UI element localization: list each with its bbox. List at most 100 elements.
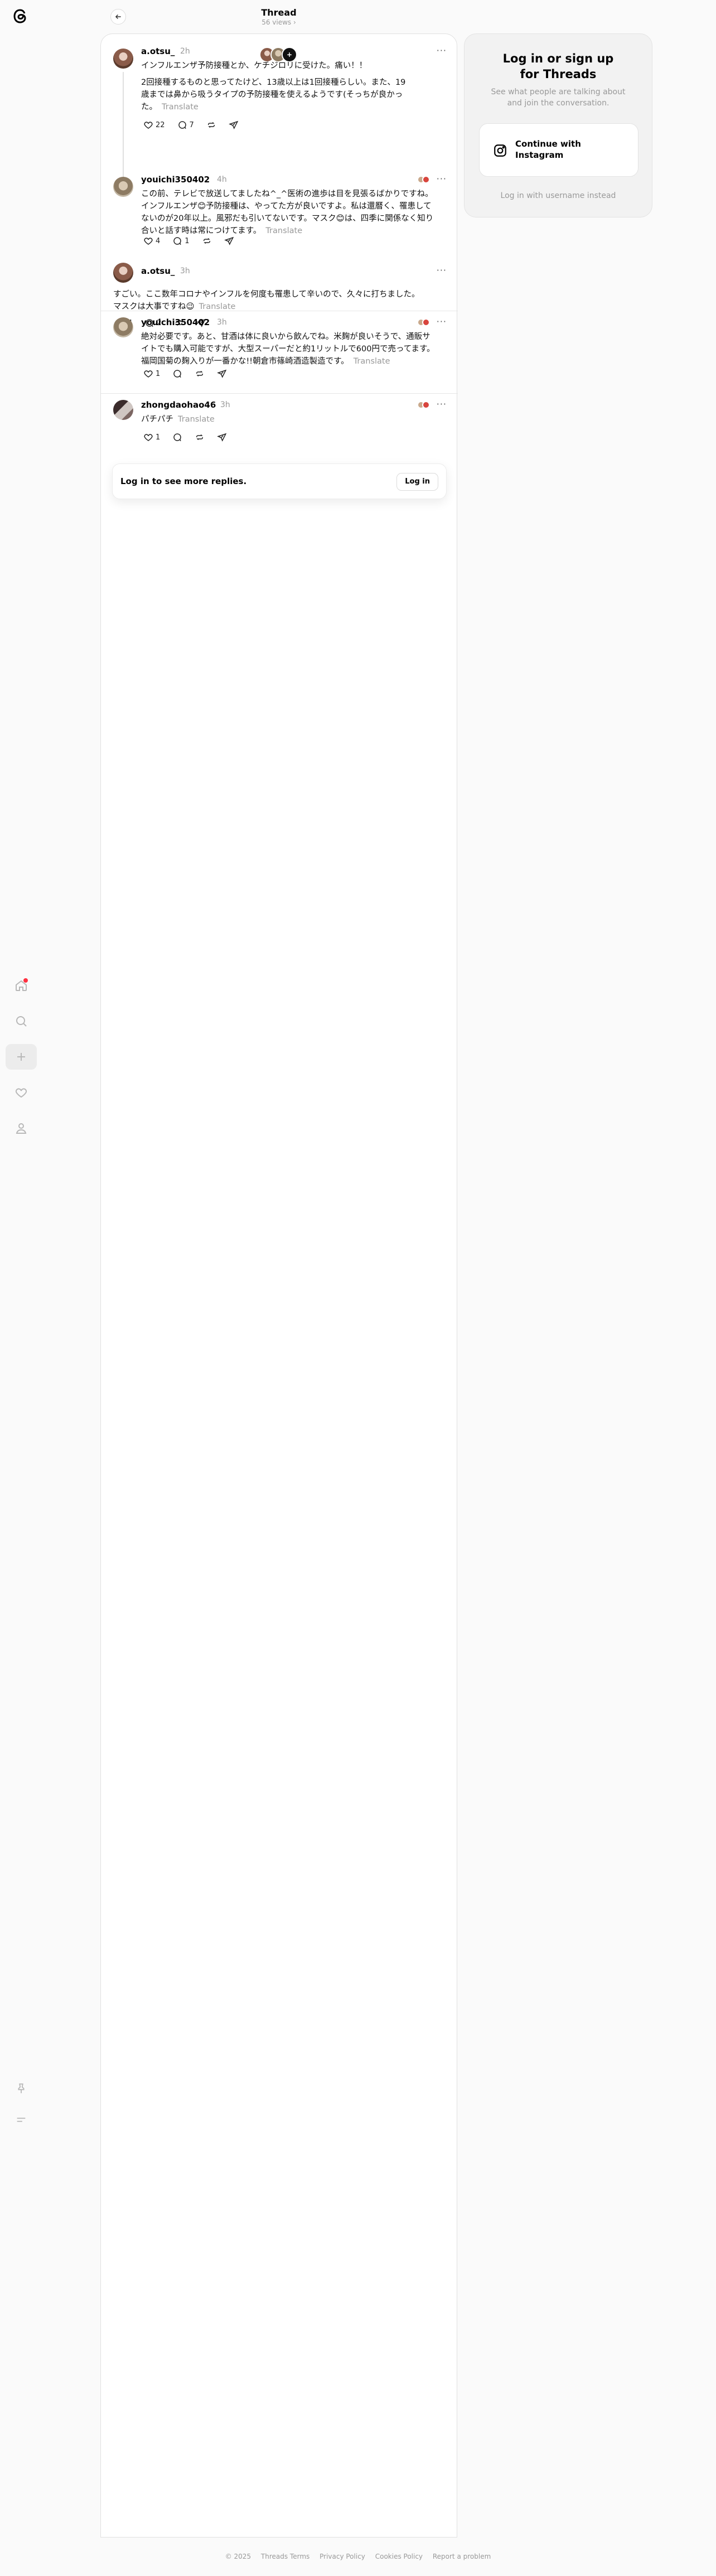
footer-link-report[interactable]: Report a problem	[433, 2553, 491, 2560]
post-actions: 1	[141, 432, 237, 442]
repost-button[interactable]	[192, 369, 205, 379]
thread-header: Thread 56 views ›	[100, 0, 457, 33]
share-icon	[228, 120, 239, 130]
login-button[interactable]: Log in	[396, 473, 438, 491]
avatar[interactable]	[113, 49, 133, 69]
repost-button[interactable]	[204, 120, 216, 130]
more-options-icon[interactable]: ···	[437, 173, 447, 184]
comment-count: 7	[189, 120, 194, 129]
search-icon	[14, 1014, 28, 1028]
share-button[interactable]	[226, 120, 239, 130]
more-options-icon[interactable]: ···	[437, 399, 447, 409]
comment-button[interactable]	[170, 369, 182, 379]
auth-card-subtitle: See what people are talking about and jo…	[491, 88, 626, 108]
like-count: 22	[156, 120, 165, 129]
translate-link[interactable]: Translate	[162, 103, 199, 112]
translate-link[interactable]: Translate	[354, 357, 390, 366]
comment-button[interactable]	[170, 432, 182, 442]
share-button[interactable]	[222, 236, 234, 246]
repost-icon	[195, 369, 205, 379]
chevron-right-icon: ›	[293, 18, 296, 26]
follower-badge	[413, 176, 430, 185]
page-title: Thread	[261, 7, 297, 18]
heart-icon	[143, 236, 153, 246]
avatar[interactable]	[113, 317, 133, 337]
login-prompt-banner: Log in to see more replies. Log in	[112, 463, 447, 499]
more-options-icon[interactable]: ···	[437, 316, 447, 327]
footer-link-terms[interactable]: Threads Terms	[261, 2553, 309, 2560]
follower-badge	[413, 401, 430, 410]
heart-icon	[143, 120, 153, 130]
copyright: © 2025	[225, 2553, 251, 2560]
post-time[interactable]: 3h	[180, 267, 190, 276]
translate-link[interactable]: Translate	[199, 302, 236, 311]
heart-icon	[143, 369, 153, 379]
translate-link[interactable]: Translate	[178, 415, 215, 424]
nav-activity-button[interactable]	[6, 1080, 37, 1105]
nav-pin-button[interactable]	[6, 2076, 37, 2101]
comment-button[interactable]: 1	[170, 236, 190, 246]
more-options-icon[interactable]: ···	[437, 45, 447, 56]
share-icon	[217, 432, 227, 442]
repost-icon	[195, 432, 205, 442]
like-button[interactable]: 1	[141, 369, 160, 379]
post-username[interactable]: zhongdaohao46	[141, 400, 216, 410]
thread-column: + a.otsu_ 2h ··· インフルエンザ予防接種とか、ケチジロリに受けた…	[100, 33, 458, 2538]
share-button[interactable]	[215, 432, 227, 442]
avatar[interactable]	[113, 400, 133, 420]
post-username[interactable]: a.otsu_	[141, 266, 175, 276]
post-time[interactable]: 3h	[220, 400, 230, 409]
nav-home-button[interactable]	[6, 973, 37, 998]
heart-icon	[143, 432, 153, 442]
continue-with-instagram-button[interactable]: Continue with Instagram	[479, 123, 638, 177]
nav-search-button[interactable]	[6, 1008, 37, 1034]
post-text: インフルエンザ予防接種とか、ケチジロリに受けた。痛い！！ 2回接種するものと思っ…	[141, 61, 406, 112]
like-button[interactable]: 1	[141, 432, 160, 442]
avatar[interactable]	[113, 177, 133, 197]
notification-dot	[23, 978, 28, 983]
post-time[interactable]: 3h	[217, 318, 227, 327]
username-login-link[interactable]: Log in with username instead	[465, 191, 652, 200]
pin-icon	[15, 2082, 27, 2095]
comment-icon	[177, 120, 187, 130]
login-prompt-text: Log in to see more replies.	[120, 476, 247, 486]
post-username[interactable]: a.otsu_	[141, 46, 175, 56]
footer-link-privacy[interactable]: Privacy Policy	[320, 2553, 365, 2560]
post-actions: 4 1	[141, 236, 244, 246]
footer: © 2025 Threads Terms Privacy Policy Cook…	[0, 2553, 716, 2560]
post-text: すごい。ここ数年コロナやインフルを何度も罹患して辛いので、久々に打ちました。 マ…	[113, 290, 420, 311]
nav-menu-button[interactable]	[6, 2107, 37, 2133]
post-actions: 22 7	[141, 120, 249, 130]
share-button[interactable]	[215, 369, 227, 379]
post-text: 絶対必要です。あと、甘酒は体に良いから飲んでね。米麹が良いそうで、通販サ イトで…	[141, 332, 435, 366]
post-text: パチパチ Translate	[141, 415, 215, 424]
like-button[interactable]: 22	[141, 120, 165, 130]
comment-icon	[172, 236, 182, 246]
like-button[interactable]: 4	[141, 236, 160, 246]
footer-link-cookies[interactable]: Cookies Policy	[375, 2553, 423, 2560]
comment-icon	[172, 369, 182, 379]
view-count[interactable]: 56 views ›	[100, 18, 457, 26]
post-time[interactable]: 4h	[217, 175, 227, 184]
post-username[interactable]: youichi350402	[141, 317, 210, 327]
post-time[interactable]: 2h	[180, 47, 190, 56]
more-options-icon[interactable]: ···	[437, 265, 447, 276]
repost-button[interactable]	[200, 236, 212, 246]
user-icon	[14, 1122, 28, 1135]
nav-profile-button[interactable]	[6, 1115, 37, 1141]
repost-icon	[206, 120, 216, 130]
share-icon	[217, 369, 227, 379]
like-count: 1	[156, 369, 161, 378]
repost-button[interactable]	[192, 432, 205, 442]
instagram-icon	[493, 143, 507, 158]
comment-button[interactable]: 7	[175, 120, 194, 130]
nav-create-button[interactable]	[6, 1044, 37, 1070]
instagram-button-label: Continue with Instagram	[515, 139, 581, 160]
post-actions: 1	[141, 369, 237, 379]
translate-link[interactable]: Translate	[265, 226, 302, 235]
heart-icon	[14, 1086, 28, 1099]
threads-logo-icon[interactable]	[11, 7, 30, 26]
plus-icon	[14, 1050, 28, 1064]
avatar[interactable]	[113, 263, 133, 283]
post-username[interactable]: youichi350402	[141, 175, 210, 185]
